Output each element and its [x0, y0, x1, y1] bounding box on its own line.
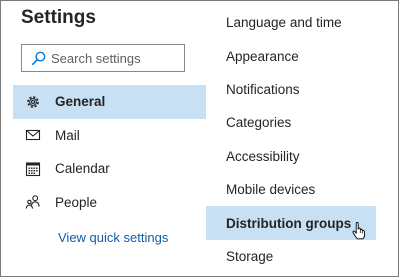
search-icon: [31, 51, 46, 65]
subnav-item-distribution-groups[interactable]: Distribution groups: [206, 206, 376, 240]
view-quick-settings-link[interactable]: View quick settings: [58, 230, 168, 245]
subnav-item-notifications[interactable]: Notifications: [206, 73, 398, 106]
subnav-item-categories[interactable]: Categories: [206, 106, 398, 139]
subnav-item-label: Categories: [226, 115, 292, 131]
subnav-item-label: Accessibility: [226, 148, 300, 164]
nav-item-calendar[interactable]: Calendar: [1, 152, 206, 186]
nav-item-label: General: [55, 94, 106, 110]
subnav-item-label: Appearance: [226, 48, 299, 64]
subnav-item-label: Notifications: [226, 81, 300, 97]
search-box[interactable]: [21, 44, 185, 72]
subnav-item-storage[interactable]: Storage: [206, 240, 398, 273]
nav-item-mail[interactable]: Mail: [1, 119, 206, 153]
subnav-item-label: Mobile devices: [226, 182, 316, 198]
page-title: Settings: [21, 7, 96, 28]
hand-cursor-icon: [352, 222, 366, 240]
people-icon: [25, 194, 41, 210]
calendar-icon: [25, 161, 41, 177]
settings-subnav: Language and time Appearance Notificatio…: [206, 6, 398, 273]
nav-item-label: Calendar: [55, 161, 110, 177]
subnav-item-label: Distribution groups: [226, 215, 352, 231]
left-nav: General Mail Calendar People: [1, 85, 206, 219]
gear-icon: [25, 94, 41, 110]
settings-panel: Settings General: [0, 0, 399, 277]
subnav-item-label: Storage: [226, 248, 274, 264]
nav-item-label: People: [55, 194, 98, 210]
subnav-item-appearance[interactable]: Appearance: [206, 39, 398, 72]
subnav-item-accessibility[interactable]: Accessibility: [206, 140, 398, 173]
nav-item-people[interactable]: People: [1, 186, 206, 220]
search-input[interactable]: [51, 50, 176, 66]
mail-icon: [25, 127, 41, 143]
nav-item-label: Mail: [55, 127, 80, 143]
subnav-item-language-and-time[interactable]: Language and time: [206, 6, 398, 39]
nav-item-general[interactable]: General: [13, 85, 206, 119]
subnav-item-mobile-devices[interactable]: Mobile devices: [206, 173, 398, 206]
subnav-item-label: Language and time: [226, 15, 342, 31]
